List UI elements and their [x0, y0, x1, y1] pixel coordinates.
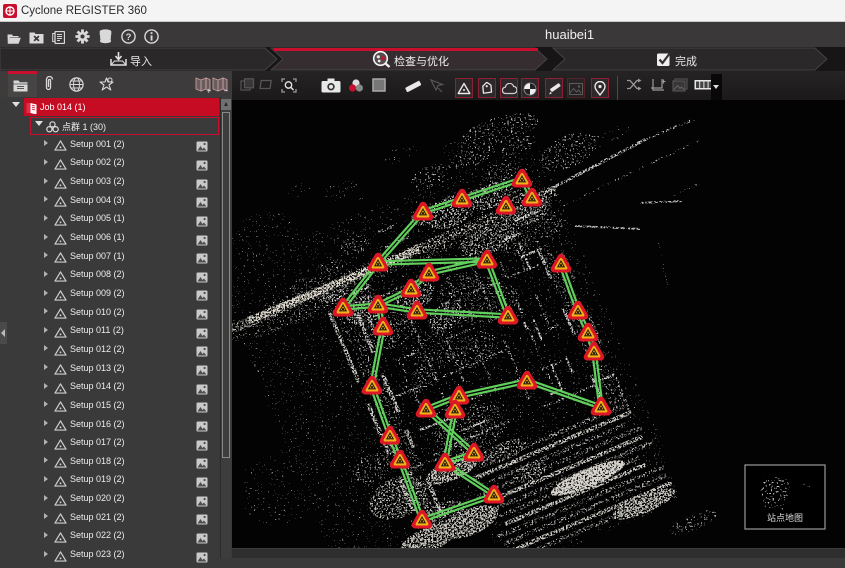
svg-text:?: ?: [126, 32, 132, 43]
svg-text:站点地图: 站点地图: [767, 512, 803, 523]
svg-text:−: −: [224, 87, 229, 95]
svg-text:+: +: [207, 87, 212, 95]
